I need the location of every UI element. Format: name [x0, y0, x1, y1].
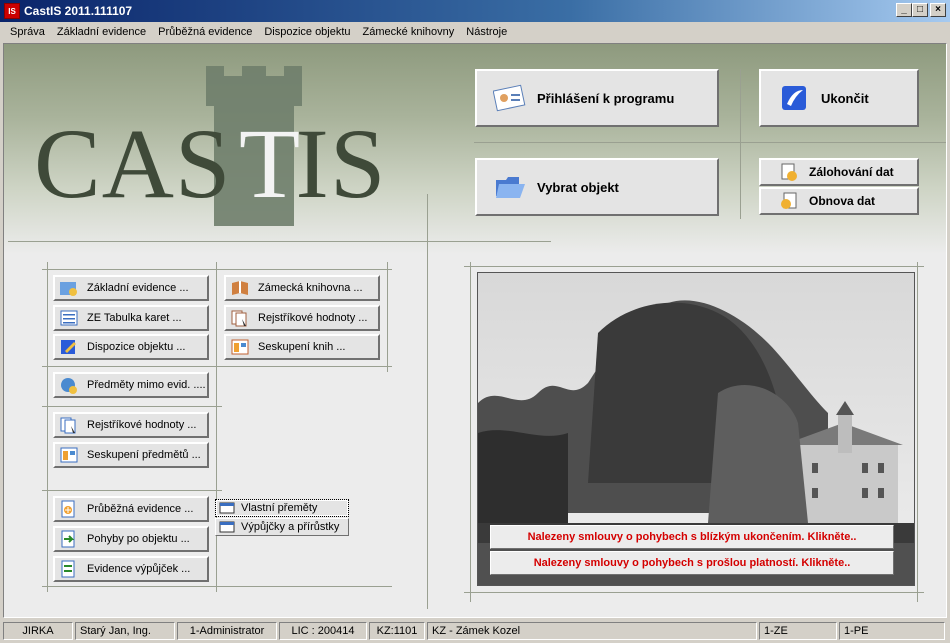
- divider: [464, 592, 924, 593]
- divider: [917, 262, 918, 602]
- book-icon: [230, 279, 250, 297]
- loan-icon: [59, 560, 79, 578]
- alert-contracts-ending[interactable]: Nalezeny smlouvy o pohybech s blízkým uk…: [490, 525, 894, 549]
- own-items-button[interactable]: Vlastní přeměty: [215, 499, 349, 517]
- table-icon: [59, 309, 79, 327]
- window-title: CastIS 2011.111107: [24, 4, 133, 18]
- divider: [42, 366, 392, 367]
- menu-dispozice-objektu[interactable]: Dispozice objektu: [258, 26, 356, 38]
- item-grouping-button[interactable]: Seskupení předmětů ...: [53, 442, 209, 468]
- status-ze: 1-ZE: [759, 622, 837, 640]
- alert-contracts-expired[interactable]: Nalezeny smlouvy o pohybech s prošlou pl…: [490, 551, 894, 575]
- minimize-button[interactable]: _: [896, 3, 912, 17]
- divider: [464, 266, 924, 267]
- divider: [427, 194, 428, 609]
- exit-button[interactable]: Ukončit: [759, 69, 919, 127]
- title-bar: IS CastIS 2011.111107 _ □ ×: [0, 0, 950, 22]
- object-movements-button[interactable]: Pohyby po objektu ...: [53, 526, 209, 552]
- movements-icon: [59, 530, 79, 548]
- divider: [42, 490, 222, 491]
- menu-zamecke-knihovny[interactable]: Zámecké knihovny: [357, 26, 461, 38]
- loans-and-additions-button[interactable]: Výpůjčky a přírůstky: [215, 518, 349, 536]
- menu-bar: Správa Základní evidence Průběžná eviden…: [0, 22, 950, 42]
- status-user-login: JIRKA: [3, 622, 73, 640]
- status-user-name: Starý Jan, Ing.: [75, 622, 175, 640]
- divider: [42, 269, 392, 270]
- status-license: LIC : 200414: [279, 622, 367, 640]
- menu-nastroje[interactable]: Nástroje: [460, 26, 513, 38]
- divider: [8, 241, 551, 242]
- divider: [387, 262, 388, 372]
- backup-button[interactable]: Zálohování dat: [759, 158, 919, 186]
- object-disposition-button[interactable]: Dispozice objektu ...: [53, 334, 209, 360]
- login-button[interactable]: Přihlášení k programu: [475, 69, 719, 127]
- status-pe: 1-PE: [839, 622, 945, 640]
- menu-zakladni-evidence[interactable]: Základní evidence: [51, 26, 152, 38]
- window-icon: [219, 521, 235, 533]
- app-logo-icon[interactable]: IS: [4, 3, 20, 19]
- user-card-icon: [493, 83, 527, 113]
- logo-letter-t: T: [239, 108, 301, 219]
- registry-values-button[interactable]: Rejstříkové hodnoty ...: [53, 412, 209, 438]
- restore-icon: [779, 191, 799, 211]
- status-bar: JIRKA Starý Jan, Ing. 1-Administrator LI…: [0, 620, 950, 643]
- backup-icon: [779, 162, 799, 182]
- exit-icon: [777, 83, 811, 113]
- divider: [470, 262, 471, 602]
- divider: [740, 69, 741, 219]
- registry-icon: [230, 309, 250, 327]
- main-panel: CAS IS T Přihlášení k programu Ukončit Vy…: [3, 43, 947, 618]
- status-castle: KZ - Zámek Kozel: [427, 622, 757, 640]
- card-table-button[interactable]: ZE Tabulka karet ...: [53, 305, 209, 331]
- items-outside-evidence-button[interactable]: Předměty mimo evid. ....: [53, 372, 209, 398]
- loan-evidence-button[interactable]: Evidence výpůjček ...: [53, 556, 209, 582]
- basic-evidence-button[interactable]: Základní evidence ...: [53, 275, 209, 301]
- select-object-button[interactable]: Vybrat objekt: [475, 158, 719, 216]
- menu-prubezna-evidence[interactable]: Průběžná evidence: [152, 26, 258, 38]
- divider: [216, 262, 217, 592]
- status-role: 1-Administrator: [177, 622, 277, 640]
- edit-icon: [59, 338, 79, 356]
- basic-evidence-icon: [59, 279, 79, 297]
- divider: [42, 586, 392, 587]
- castis-logo: CAS IS T: [34, 66, 404, 236]
- grouping-icon: [59, 446, 79, 464]
- restore-button[interactable]: Obnova dat: [759, 187, 919, 215]
- divider: [47, 262, 48, 592]
- close-button[interactable]: ×: [930, 3, 946, 17]
- library-registry-values-button[interactable]: Rejstříkové hodnoty ...: [224, 305, 380, 331]
- castle-library-button[interactable]: Zámecká knihovna ...: [224, 275, 380, 301]
- maximize-button[interactable]: □: [912, 3, 928, 17]
- book-grouping-button[interactable]: Seskupení knih ...: [224, 334, 380, 360]
- registry-icon: [59, 416, 79, 434]
- window-icon: [219, 502, 235, 514]
- divider: [474, 142, 946, 143]
- divider: [42, 406, 222, 407]
- grouping-icon: [230, 338, 250, 356]
- menu-sprava[interactable]: Správa: [4, 26, 51, 38]
- logo-text: CAS IS: [34, 108, 387, 219]
- globe-icon: [59, 376, 79, 394]
- ongoing-evidence-icon: [59, 500, 79, 518]
- folder-open-icon: [493, 172, 527, 202]
- ongoing-evidence-button[interactable]: Průběžná evidence ...: [53, 496, 209, 522]
- status-kz-code: KZ:1101: [369, 622, 425, 640]
